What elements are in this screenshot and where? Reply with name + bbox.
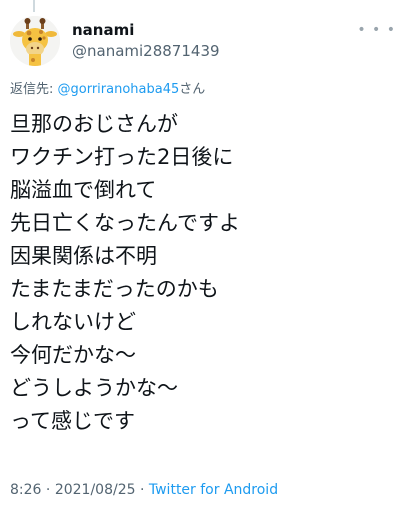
tweet-text-line: たまたまだったのかも [10, 277, 219, 301]
tweet-source-link[interactable]: Twitter for Android [149, 482, 278, 498]
tweet-text-line: しれないけど [10, 310, 136, 334]
reply-to-mention-link[interactable]: @gorriranohaba45 [58, 82, 180, 97]
reply-to-prefix: 返信先: [10, 82, 58, 97]
tweet-text-line: ワクチン打った2日後に [10, 145, 234, 169]
thread-connector-line [33, 0, 35, 12]
tweet-text: 旦那のおじさんが ワクチン打った2日後に 脳溢血で倒れて 先日亡くなったんですよ… [10, 108, 404, 438]
tweet-text-line: って感じです [10, 409, 135, 433]
giraffe-icon [10, 16, 60, 66]
tweet-text-line: どうしようかな〜 [10, 376, 178, 400]
tweet-date[interactable]: 2021/08/25 [55, 482, 136, 498]
reply-to-line: 返信先: @gorriranohaba45さん [10, 82, 205, 98]
reply-to-suffix: さん [179, 82, 206, 97]
tweet-time[interactable]: 8:26 [10, 482, 41, 498]
avatar[interactable] [10, 16, 60, 66]
tweet-text-line: 脳溢血で倒れて [10, 178, 157, 202]
more-options-icon[interactable]: • • • [357, 22, 396, 38]
tweet-text-line: 旦那のおじさんが [10, 112, 178, 136]
meta-separator: · [41, 482, 55, 498]
meta-separator: · [135, 482, 149, 498]
tweet-metadata: 8:26 · 2021/08/25 · Twitter for Android [10, 481, 278, 499]
tweet-text-line: 今何だかな〜 [10, 343, 136, 367]
tweet-text-line: 因果関係は不明 [10, 244, 157, 268]
author-name[interactable]: nanami [72, 21, 134, 39]
author-handle[interactable]: @nanami28871439 [72, 42, 220, 60]
tweet-text-line: 先日亡くなったんですよ [10, 211, 240, 235]
